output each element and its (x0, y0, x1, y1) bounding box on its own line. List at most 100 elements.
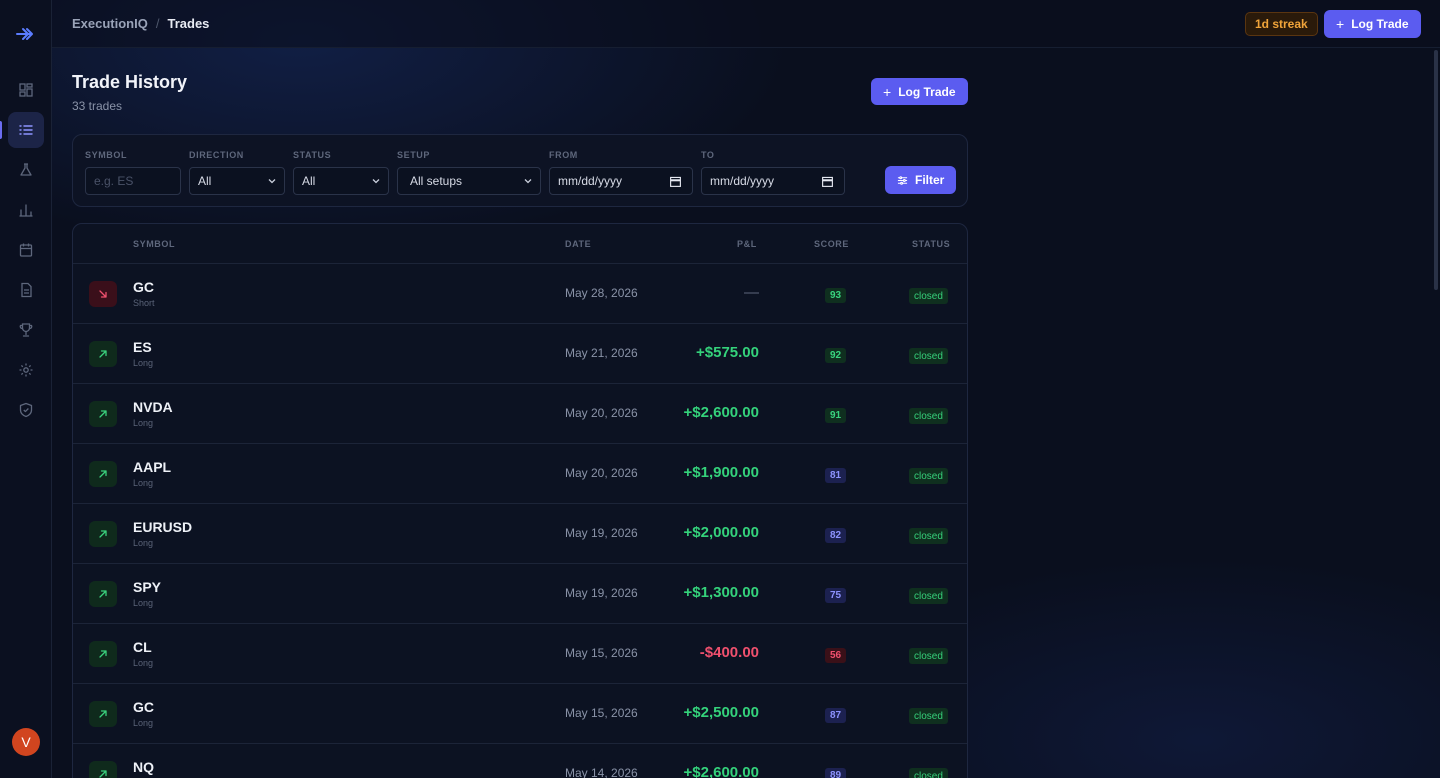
direction-short-icon (89, 281, 117, 307)
filter-label: Filter (915, 173, 945, 187)
direction-long-icon (89, 521, 117, 547)
column-header-symbol[interactable]: SYMBOL (133, 239, 175, 249)
table-row[interactable]: AAPL Long May 20, 2026 +$1,900.00 81 closed (73, 444, 967, 504)
trade-symbol[interactable]: SPY (133, 579, 161, 595)
trade-date: May 19, 2026 (565, 586, 638, 600)
trophy-icon (19, 323, 33, 337)
calendar-icon[interactable] (821, 175, 834, 188)
sidebar-item-trades[interactable] (8, 112, 44, 148)
settings-gear-icon (19, 363, 33, 377)
trade-side: Long (133, 538, 154, 548)
plus-icon: + (1336, 16, 1345, 32)
status-badge: closed (909, 408, 948, 424)
column-header-date[interactable]: DATE (565, 239, 591, 249)
trade-score-badge: 89 (825, 768, 847, 778)
sliders-icon (897, 175, 908, 185)
direction-long-icon (89, 641, 117, 667)
column-header-status[interactable]: STATUS (912, 239, 950, 249)
scrollbar-thumb[interactable] (1434, 50, 1438, 290)
sidebar-item-analytics[interactable] (8, 192, 44, 228)
table-row[interactable]: NVDA Long May 20, 2026 +$2,600.00 91 closed (73, 384, 967, 444)
trade-pnl: +$575.00 (696, 344, 759, 361)
table-row[interactable]: SPY Long May 19, 2026 +$1,300.00 75 closed (73, 564, 967, 624)
logo-icon[interactable] (14, 22, 38, 46)
arrow-up-right-icon (99, 350, 107, 358)
arrow-up-right-icon (99, 590, 107, 598)
trade-score-badge: 81 (825, 468, 847, 483)
column-header-score[interactable]: SCORE (814, 239, 849, 249)
trade-symbol[interactable]: NQ (133, 759, 154, 775)
log-trade-button[interactable]: + Log Trade (871, 78, 968, 105)
trade-symbol[interactable]: NVDA (133, 399, 173, 415)
trade-side: Long (133, 658, 154, 668)
sidebar-item-dashboard[interactable] (8, 72, 44, 108)
trade-symbol[interactable]: GC (133, 279, 154, 295)
direction-filter-value: All (198, 174, 212, 188)
direction-long-icon (89, 401, 117, 427)
filter-button[interactable]: Filter (885, 166, 957, 194)
trade-score-badge: 87 (825, 708, 847, 723)
direction-long-icon (89, 581, 117, 607)
status-badge: closed (909, 288, 948, 304)
sidebar-item-journal[interactable] (8, 272, 44, 308)
arrow-up-right-icon (99, 410, 107, 418)
sidebar-item-calendar[interactable] (8, 232, 44, 268)
direction-filter-select[interactable]: All (189, 167, 285, 195)
direction-long-icon (89, 461, 117, 487)
trade-date: May 15, 2026 (565, 646, 638, 660)
trade-symbol[interactable]: EURUSD (133, 519, 192, 535)
to-date-value: mm/dd/yyyy (710, 174, 775, 188)
trade-pnl: +$2,600.00 (683, 764, 760, 778)
chevron-down-icon (372, 179, 380, 184)
sidebar-item-security[interactable] (8, 392, 44, 428)
column-header-pnl[interactable]: P&L (737, 239, 757, 249)
table-row[interactable]: ES Long May 21, 2026 +$575.00 92 closed (73, 324, 967, 384)
table-row[interactable]: GC Long May 15, 2026 +$2,500.00 87 closed (73, 684, 967, 744)
breadcrumb-app[interactable]: ExecutionIQ (72, 16, 148, 31)
trade-symbol[interactable]: GC (133, 699, 154, 715)
symbol-filter-input[interactable]: e.g. ES (85, 167, 181, 195)
status-filter-select[interactable]: All (293, 167, 389, 195)
trade-count: 33 trades (72, 99, 123, 113)
log-trade-label: Log Trade (1351, 17, 1409, 31)
sidebar-item-settings[interactable] (8, 352, 44, 388)
trade-symbol[interactable]: AAPL (133, 459, 171, 475)
log-trade-button-top[interactable]: + Log Trade (1324, 10, 1421, 38)
from-date-value: mm/dd/yyyy (558, 174, 623, 188)
trade-side: Long (133, 478, 154, 488)
filter-bar: SYMBOL e.g. ES DIRECTION All STATUS All … (72, 134, 968, 207)
from-date-input[interactable]: mm/dd/yyyy (549, 167, 693, 195)
app-root: V ExecutionIQ / Trades 1d streak + Log T… (0, 0, 1440, 778)
trade-side: Long (133, 358, 154, 368)
trade-symbol[interactable]: ES (133, 339, 152, 355)
table-row[interactable]: NQLongMay 14, 2026+$2,600.0089closed (73, 744, 967, 778)
status-badge: closed (909, 708, 948, 724)
scrollbar[interactable] (1432, 48, 1440, 778)
trade-pnl: — (744, 284, 759, 301)
calendar-icon[interactable] (669, 175, 682, 188)
table-row[interactable]: EURUSD Long May 19, 2026 +$2,000.00 82 closed (73, 504, 967, 564)
trade-pnl: +$2,000.00 (683, 524, 760, 541)
breadcrumb-current: Trades (167, 16, 210, 31)
arrow-up-right-icon (99, 710, 107, 718)
sidebar-item-achievements[interactable] (8, 312, 44, 348)
trade-date: May 19, 2026 (565, 526, 638, 540)
user-avatar[interactable]: V (12, 728, 40, 756)
trade-side: Long (133, 418, 154, 428)
arrow-down-right-icon (99, 290, 107, 298)
table-row[interactable]: CL Long May 15, 2026 -$400.00 56 closed (73, 624, 967, 684)
trade-date: May 20, 2026 (565, 406, 638, 420)
breadcrumb: ExecutionIQ / Trades (72, 16, 209, 31)
from-date-label: FROM (549, 150, 578, 160)
table-row[interactable]: GC Short May 28, 2026 — 93 closed (73, 264, 967, 324)
trade-symbol[interactable]: CL (133, 639, 152, 655)
page-title: Trade History (72, 72, 188, 92)
chevron-down-icon (268, 179, 276, 184)
to-date-input[interactable]: mm/dd/yyyy (701, 167, 845, 195)
symbol-filter-label: SYMBOL (85, 150, 128, 160)
direction-filter-label: DIRECTION (189, 150, 244, 160)
setup-filter-select[interactable]: All setups (397, 167, 541, 195)
sidebar-item-lab[interactable] (8, 152, 44, 188)
trade-pnl: +$2,500.00 (683, 704, 760, 721)
trade-date: May 14, 2026 (565, 766, 638, 778)
